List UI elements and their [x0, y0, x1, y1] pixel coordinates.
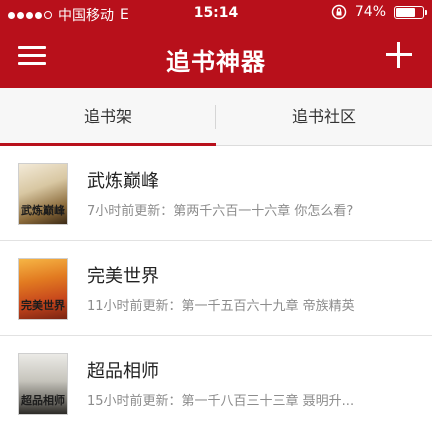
book-title: 超品相师 — [87, 361, 159, 382]
book-cover: 完美世界 — [18, 258, 68, 320]
book-cover-title: 超品相师 — [21, 394, 65, 407]
book-cover-title: 武炼巅峰 — [21, 204, 65, 217]
book-cover: 武炼巅峰 — [18, 163, 68, 225]
add-button[interactable] — [386, 42, 412, 68]
book-row[interactable]: 完美世界 完美世界 11小时前更新：第一千五百六十九章 帝族精英 — [0, 241, 432, 336]
tab-bar: 追书架 追书社区 — [0, 88, 432, 146]
status-right: 74% — [331, 4, 427, 20]
app-title: 追书神器 — [166, 48, 266, 76]
book-update-info: 11小时前更新：第一千五百六十九章 帝族精英 — [87, 299, 355, 314]
book-row[interactable]: 超品相师 超品相师 15小时前更新：第一千八百三十三章 聂明升... — [0, 336, 432, 431]
book-cover: 超品相师 — [18, 353, 68, 415]
book-row[interactable]: 武炼巅峰 武炼巅峰 7小时前更新：第两千六百一十六章 你怎么看? — [0, 146, 432, 241]
battery-icon — [394, 5, 427, 19]
tab-community[interactable]: 追书社区 — [216, 88, 432, 145]
tab-bookshelf[interactable]: 追书架 — [0, 88, 216, 145]
book-list: 武炼巅峰 武炼巅峰 7小时前更新：第两千六百一十六章 你怎么看? 完美世界 完美… — [0, 146, 432, 431]
battery-percent: 74% — [354, 4, 386, 20]
battery-fill — [396, 7, 415, 17]
orientation-lock-icon — [331, 4, 347, 20]
book-title: 完美世界 — [87, 266, 159, 287]
navigation-bar: 追书神器 — [0, 28, 432, 88]
book-update-info: 15小时前更新：第一千八百三十三章 聂明升... — [87, 394, 355, 409]
book-title: 武炼巅峰 — [87, 171, 159, 192]
app-header: 中国移动 E 15:14 74% 追书神器 — [0, 0, 432, 88]
status-bar: 中国移动 E 15:14 74% — [0, 0, 432, 28]
book-cover-title: 完美世界 — [21, 299, 65, 312]
book-update-info: 7小时前更新：第两千六百一十六章 你怎么看? — [87, 204, 354, 219]
